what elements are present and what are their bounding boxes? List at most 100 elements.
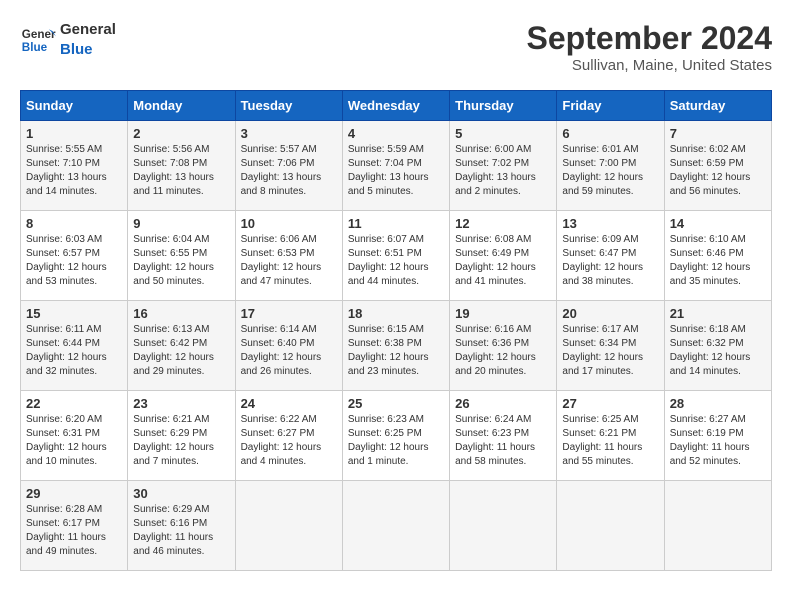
logo-icon: General Blue	[20, 22, 56, 58]
calendar-cell: 5 Sunrise: 6:00 AM Sunset: 7:02 PM Daylig…	[450, 121, 557, 211]
logo-blue: Blue	[60, 40, 116, 60]
calendar-cell: 7 Sunrise: 6:02 AM Sunset: 6:59 PM Daylig…	[664, 121, 771, 211]
calendar-cell: 16 Sunrise: 6:13 AM Sunset: 6:42 PM Dayli…	[128, 301, 235, 391]
day-number: 1	[26, 126, 122, 141]
calendar-header: SundayMondayTuesdayWednesdayThursdayFrid…	[21, 91, 772, 121]
day-info: Sunrise: 6:10 AM Sunset: 6:46 PM Dayligh…	[670, 233, 766, 289]
day-number: 19	[455, 306, 551, 321]
day-number: 12	[455, 216, 551, 231]
calendar-cell: 24 Sunrise: 6:22 AM Sunset: 6:27 PM Dayli…	[235, 391, 342, 481]
day-number: 14	[670, 216, 766, 231]
calendar-cell: 22 Sunrise: 6:20 AM Sunset: 6:31 PM Dayli…	[21, 391, 128, 481]
weekday-header-sunday: Sunday	[21, 91, 128, 121]
calendar-week-row: 29 Sunrise: 6:28 AM Sunset: 6:17 PM Dayli…	[21, 481, 772, 571]
day-info: Sunrise: 6:18 AM Sunset: 6:32 PM Dayligh…	[670, 323, 766, 379]
title-area: September 2024 Sullivan, Maine, United S…	[527, 20, 772, 74]
weekday-header-monday: Monday	[128, 91, 235, 121]
day-info: Sunrise: 6:28 AM Sunset: 6:17 PM Dayligh…	[26, 503, 122, 559]
day-number: 30	[133, 486, 229, 501]
day-number: 16	[133, 306, 229, 321]
day-info: Sunrise: 6:00 AM Sunset: 7:02 PM Dayligh…	[455, 143, 551, 199]
day-info: Sunrise: 5:56 AM Sunset: 7:08 PM Dayligh…	[133, 143, 229, 199]
calendar-week-row: 1Sunrise: 5:55 AM Sunset: 7:10 PM Daylig…	[21, 121, 772, 211]
day-info: Sunrise: 6:24 AM Sunset: 6:23 PM Dayligh…	[455, 413, 551, 469]
calendar-cell: 21 Sunrise: 6:18 AM Sunset: 6:32 PM Dayli…	[664, 301, 771, 391]
day-info: Sunrise: 6:08 AM Sunset: 6:49 PM Dayligh…	[455, 233, 551, 289]
day-number: 21	[670, 306, 766, 321]
day-number: 20	[562, 306, 658, 321]
month-title: September 2024	[527, 20, 772, 57]
calendar-cell	[557, 481, 664, 571]
day-number: 23	[133, 396, 229, 411]
calendar-cell: 17Sunrise: 6:14 AM Sunset: 6:40 PM Dayli…	[235, 301, 342, 391]
day-number: 8	[26, 216, 122, 231]
day-info: Sunrise: 6:16 AM Sunset: 6:36 PM Dayligh…	[455, 323, 551, 379]
day-number: 5	[455, 126, 551, 141]
calendar-cell: 14 Sunrise: 6:10 AM Sunset: 6:46 PM Dayli…	[664, 211, 771, 301]
day-info: Sunrise: 6:03 AM Sunset: 6:57 PM Dayligh…	[26, 233, 122, 289]
calendar-week-row: 15Sunrise: 6:11 AM Sunset: 6:44 PM Dayli…	[21, 301, 772, 391]
calendar-cell: 18Sunrise: 6:15 AM Sunset: 6:38 PM Dayli…	[342, 301, 449, 391]
day-number: 2	[133, 126, 229, 141]
page-header: General Blue General Blue September 2024…	[20, 20, 772, 74]
day-number: 11	[348, 216, 444, 231]
day-info: Sunrise: 5:57 AM Sunset: 7:06 PM Dayligh…	[241, 143, 337, 199]
day-number: 25	[348, 396, 444, 411]
day-info: Sunrise: 6:15 AM Sunset: 6:38 PM Dayligh…	[348, 323, 444, 379]
svg-text:General: General	[22, 28, 56, 41]
day-info: Sunrise: 6:09 AM Sunset: 6:47 PM Dayligh…	[562, 233, 658, 289]
weekday-header-wednesday: Wednesday	[342, 91, 449, 121]
weekday-header-friday: Friday	[557, 91, 664, 121]
day-info: Sunrise: 6:25 AM Sunset: 6:21 PM Dayligh…	[562, 413, 658, 469]
day-number: 22	[26, 396, 122, 411]
location-title: Sullivan, Maine, United States	[527, 57, 772, 74]
day-number: 27	[562, 396, 658, 411]
day-info: Sunrise: 6:04 AM Sunset: 6:55 PM Dayligh…	[133, 233, 229, 289]
calendar-cell: 1Sunrise: 5:55 AM Sunset: 7:10 PM Daylig…	[21, 121, 128, 211]
logo: General Blue General Blue	[20, 20, 116, 59]
day-info: Sunrise: 6:02 AM Sunset: 6:59 PM Dayligh…	[670, 143, 766, 199]
weekday-header-tuesday: Tuesday	[235, 91, 342, 121]
calendar-cell: 3Sunrise: 5:57 AM Sunset: 7:06 PM Daylig…	[235, 121, 342, 211]
svg-text:Blue: Blue	[22, 40, 48, 53]
calendar-cell: 9Sunrise: 6:04 AM Sunset: 6:55 PM Daylig…	[128, 211, 235, 301]
calendar-week-row: 22 Sunrise: 6:20 AM Sunset: 6:31 PM Dayli…	[21, 391, 772, 481]
day-number: 7	[670, 126, 766, 141]
calendar-cell: 26 Sunrise: 6:24 AM Sunset: 6:23 PM Dayli…	[450, 391, 557, 481]
calendar-cell: 30 Sunrise: 6:29 AM Sunset: 6:16 PM Dayli…	[128, 481, 235, 571]
calendar-cell: 10 Sunrise: 6:06 AM Sunset: 6:53 PM Dayli…	[235, 211, 342, 301]
calendar-cell: 6Sunrise: 6:01 AM Sunset: 7:00 PM Daylig…	[557, 121, 664, 211]
day-number: 10	[241, 216, 337, 231]
day-info: Sunrise: 6:22 AM Sunset: 6:27 PM Dayligh…	[241, 413, 337, 469]
day-info: Sunrise: 6:13 AM Sunset: 6:42 PM Dayligh…	[133, 323, 229, 379]
day-info: Sunrise: 6:23 AM Sunset: 6:25 PM Dayligh…	[348, 413, 444, 469]
day-info: Sunrise: 6:27 AM Sunset: 6:19 PM Dayligh…	[670, 413, 766, 469]
day-number: 26	[455, 396, 551, 411]
day-number: 6	[562, 126, 658, 141]
calendar-cell	[235, 481, 342, 571]
calendar-cell: 2 Sunrise: 5:56 AM Sunset: 7:08 PM Daylig…	[128, 121, 235, 211]
calendar-cell: 4Sunrise: 5:59 AM Sunset: 7:04 PM Daylig…	[342, 121, 449, 211]
day-info: Sunrise: 6:21 AM Sunset: 6:29 PM Dayligh…	[133, 413, 229, 469]
day-info: Sunrise: 6:29 AM Sunset: 6:16 PM Dayligh…	[133, 503, 229, 559]
calendar-cell: 29 Sunrise: 6:28 AM Sunset: 6:17 PM Dayli…	[21, 481, 128, 571]
calendar-cell	[450, 481, 557, 571]
day-number: 17	[241, 306, 337, 321]
calendar-cell: 28 Sunrise: 6:27 AM Sunset: 6:19 PM Dayli…	[664, 391, 771, 481]
day-number: 13	[562, 216, 658, 231]
calendar-cell: 19 Sunrise: 6:16 AM Sunset: 6:36 PM Dayli…	[450, 301, 557, 391]
day-number: 28	[670, 396, 766, 411]
day-number: 24	[241, 396, 337, 411]
weekday-header-thursday: Thursday	[450, 91, 557, 121]
day-number: 15	[26, 306, 122, 321]
day-info: Sunrise: 6:07 AM Sunset: 6:51 PM Dayligh…	[348, 233, 444, 289]
calendar-cell	[342, 481, 449, 571]
calendar-cell: 23 Sunrise: 6:21 AM Sunset: 6:29 PM Dayli…	[128, 391, 235, 481]
calendar-cell: 27 Sunrise: 6:25 AM Sunset: 6:21 PM Dayli…	[557, 391, 664, 481]
calendar-week-row: 8 Sunrise: 6:03 AM Sunset: 6:57 PM Daylig…	[21, 211, 772, 301]
day-info: Sunrise: 6:06 AM Sunset: 6:53 PM Dayligh…	[241, 233, 337, 289]
calendar-cell: 13 Sunrise: 6:09 AM Sunset: 6:47 PM Dayli…	[557, 211, 664, 301]
day-info: Sunrise: 6:20 AM Sunset: 6:31 PM Dayligh…	[26, 413, 122, 469]
day-number: 29	[26, 486, 122, 501]
calendar-cell: 15Sunrise: 6:11 AM Sunset: 6:44 PM Dayli…	[21, 301, 128, 391]
